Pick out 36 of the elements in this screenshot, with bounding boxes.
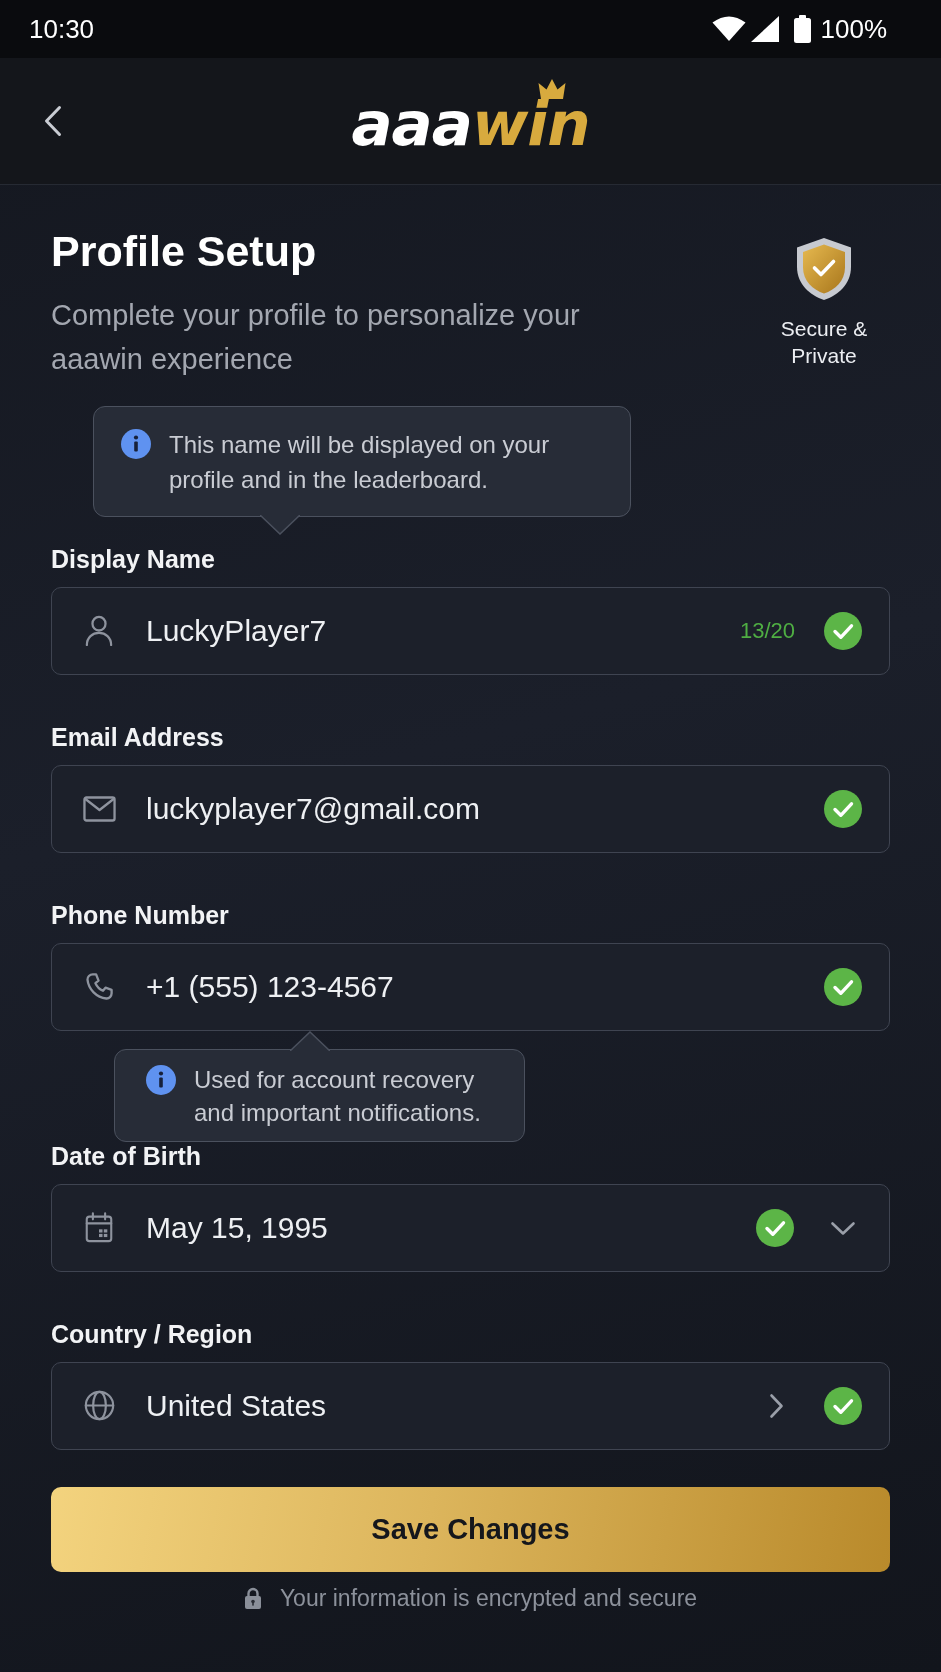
globe-icon [84, 1390, 115, 1421]
battery-percent: 100% [820, 13, 887, 45]
chevron-left-icon [44, 105, 62, 137]
field-label: Date of Birth [51, 1142, 202, 1170]
country-field[interactable]: United States [51, 1362, 890, 1450]
page-title: Profile Setup [51, 226, 318, 277]
envelope-icon [83, 796, 116, 822]
lock-icon [243, 1587, 262, 1609]
battery-icon [793, 15, 811, 43]
shield-icon [795, 237, 853, 301]
save-button[interactable]: Save Changes [51, 1487, 890, 1572]
signal-icon [750, 16, 779, 42]
security-label: Secure & Private [779, 316, 869, 369]
email-field[interactable]: luckyplayer7@gmail.com [51, 765, 890, 853]
security-note: Your information is encrypted and secure [279, 1585, 698, 1611]
date-field[interactable]: May 15, 1995 [51, 1184, 890, 1272]
tooltip-text: This name will be displayed on your profile and in the leaderboard. [169, 430, 551, 495]
field-label: Phone Number [51, 901, 230, 929]
status-time: 10:30 [29, 13, 96, 45]
info-icon [121, 429, 151, 459]
character-counter: 13/20 [739, 618, 795, 644]
brand-logo: aaawin [351, 92, 590, 156]
crown-icon [537, 78, 566, 100]
field-label: Email Address [51, 723, 225, 751]
phone-icon [84, 971, 115, 1002]
phone-field[interactable]: +1 (555) 123-4567 [51, 943, 890, 1031]
chevron-right-icon [769, 1393, 784, 1419]
tooltip-text: Used for account recovery and important notifications. [194, 1065, 482, 1128]
chevron-down-icon [830, 1220, 856, 1236]
wifi-icon [711, 16, 746, 42]
field-label: Country / Region [51, 1320, 254, 1348]
field-label: Display Name [51, 545, 216, 573]
page-subtitle: Complete your profile to personalize your aaawin experience [51, 298, 581, 377]
calendar-icon [85, 1212, 113, 1243]
info-icon [146, 1065, 176, 1095]
person-icon [85, 615, 113, 646]
